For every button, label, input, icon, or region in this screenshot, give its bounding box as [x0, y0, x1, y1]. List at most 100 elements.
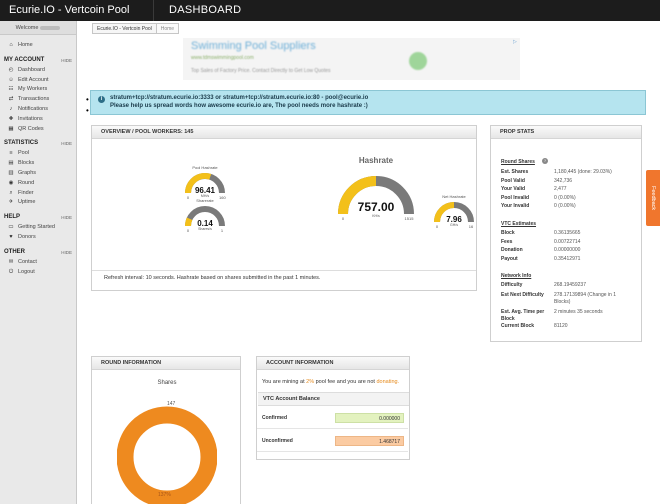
sidebar-item-blocks[interactable]: ▤ Blocks [0, 159, 76, 169]
donut-ring [117, 406, 217, 504]
top-bar: Ecurie.IO - Vertcoin Pool DASHBOARD [0, 0, 660, 21]
stat-label: Est. Avg. Time per Block [501, 309, 545, 322]
sidebar-item-label: Blocks [18, 160, 35, 167]
sidebar-item-donors[interactable]: ♥ Donors [0, 233, 76, 243]
sidebar-item-getting-started[interactable]: ▭ Getting Started [0, 223, 76, 233]
hide-toggle[interactable]: HIDE [61, 55, 72, 66]
welcome-bar: Welcome [0, 21, 76, 35]
sidebar-item-logout[interactable]: ⏻ Logout [0, 268, 76, 278]
unconfirmed-label: Unconfirmed [262, 438, 293, 444]
sidebar-item-label: Edit Account [18, 76, 49, 83]
stat-value: 0.35412971 [554, 255, 581, 262]
stat-label: Donation [501, 247, 523, 253]
breadcrumb-pool[interactable]: Ecurie.IO - Vertcoin Pool [92, 22, 157, 34]
sidebar-item-label: Graphs [18, 169, 37, 176]
sidebar-item-label: My Workers [18, 86, 48, 93]
info-circle-icon[interactable]: ? [542, 158, 548, 164]
gauge-value: 757.00 [357, 200, 395, 214]
mining-fee-text: You are mining at 2% pool fee and you ar… [262, 379, 400, 385]
hide-toggle[interactable]: HIDE [61, 138, 72, 149]
sidebar-item-label: Dashboard [18, 66, 45, 73]
info-icon: i [98, 96, 105, 103]
stat-label: Est. Shares [501, 169, 529, 175]
stat-value: 1,180,445 (done: 29.03%) [554, 169, 612, 175]
gauge-max: 1 [220, 228, 224, 233]
ad-url[interactable]: www.tdmswimmingpool.com [191, 55, 254, 61]
bullet-marks: • • [86, 95, 89, 115]
chart-title: Shares [157, 380, 177, 386]
sidebar-item-label: Round [18, 179, 35, 186]
sidebar-item-label: QR Codes [18, 125, 44, 132]
confirmed-label: Confirmed [262, 415, 287, 421]
donating-link[interactable]: donating. [376, 379, 399, 385]
stat-label: Pool Valid [501, 177, 525, 184]
sidebar-item-label: Pool [18, 150, 30, 157]
hide-toggle[interactable]: HIDE [61, 247, 72, 258]
sidebar-item-edit-account[interactable]: ☺ Edit Account [0, 76, 76, 86]
prop-stats-panel: PROP STATS Round Shares ? Est. Shares 1,1… [490, 125, 642, 342]
hide-toggle[interactable]: HIDE [61, 212, 72, 223]
feedback-tab[interactable]: Feedback [646, 170, 660, 226]
overview-panel: OVERVIEW / POOL WORKERS: 145 96.41 MH/s 0 1… [91, 125, 477, 291]
stat-value: 0 (0.00%) [554, 203, 576, 209]
sidebar-item-graphs[interactable]: ▥ Graphs [0, 169, 76, 179]
stat-label: Fees [501, 238, 513, 245]
ad-arrow-button[interactable] [409, 52, 427, 70]
sidebar-item-label: Transactions [18, 96, 50, 103]
round-icon: ◉ [8, 179, 14, 186]
gauge-max: 16 [468, 224, 474, 229]
stat-value: 278.17139894 (Change in 1 Blocks) [554, 292, 616, 305]
sidebar-item-uptime[interactable]: ✈ Uptime [0, 198, 76, 208]
graph-icon: ▥ [8, 169, 14, 176]
stat-value: 0.36135665 [554, 230, 581, 236]
sidebar-item-pool[interactable]: ≡ Pool [0, 149, 76, 159]
breadcrumb-home[interactable]: Home [156, 22, 180, 34]
ad-description: Top Sales of Factory Price. Contact Dire… [191, 68, 331, 74]
account-info-title: ACCOUNT INFORMATION [257, 357, 409, 370]
stat-value: 2 minutes 35 seconds [554, 309, 603, 315]
sidebar-section-statistics: STATISTICS HIDE [0, 138, 76, 149]
username-redacted [40, 25, 61, 30]
stat-value: 2,477 [554, 186, 567, 192]
sidebar-item-transactions[interactable]: ⇄ Transactions [0, 95, 76, 105]
ad-choices-icon[interactable]: ▷ [513, 39, 517, 45]
network-info-heading: Network Info [501, 273, 532, 279]
round-shares-heading: Round Shares [501, 159, 535, 165]
gauge-max: 1515 [404, 216, 414, 221]
ad-banner[interactable]: Swimming Pool Suppliers www.tdmswimmingp… [183, 38, 520, 80]
sidebar-item-my-workers[interactable]: ☷ My Workers [0, 85, 76, 95]
plus-icon: ✚ [8, 115, 14, 122]
sidebar-item-label: Invitations [18, 115, 43, 122]
gauge-unit: KH/s [372, 214, 380, 218]
overview-title: OVERVIEW / POOL WORKERS: 145 [92, 126, 476, 139]
uptime-icon: ✈ [8, 199, 14, 206]
welcome-text: Welcome [15, 25, 39, 31]
workers-icon: ☷ [8, 86, 14, 93]
vtc-estimates-heading: VTC Estimates [501, 221, 537, 227]
power-icon: ⏻ [8, 268, 14, 275]
home-icon: ⌂ [9, 42, 13, 48]
app-title[interactable]: Ecurie.IO - Vertcoin Pool [9, 3, 129, 17]
envelope-icon: ✉ [8, 258, 14, 265]
sidebar-item-contact[interactable]: ✉ Contact [0, 258, 76, 268]
sidebar-item-round[interactable]: ◉ Round [0, 179, 76, 189]
section-title: STATISTICS [4, 140, 39, 147]
section-title: MY ACCOUNT [4, 56, 45, 63]
sidebar-item-finder[interactable]: ⌕ Finder [0, 189, 76, 199]
prop-stats-title: PROP STATS [491, 126, 641, 139]
sidebar-item-home[interactable]: ⌂ Home [0, 41, 76, 51]
sidebar-item-notifications[interactable]: ♪ Notifications [0, 105, 76, 115]
gauge-icon: ◴ [8, 66, 14, 73]
stat-label: Payout [501, 255, 518, 262]
bell-icon: ♪ [9, 105, 13, 112]
round-info-panel: ROUND INFORMATION Shares 147 137% [91, 356, 241, 504]
balance-heading: VTC Account Balance [258, 392, 409, 406]
stat-label: Current Block [501, 323, 535, 329]
person-icon: ☺ [8, 76, 14, 83]
unconfirmed-row: Unconfirmed 1.468717 [257, 431, 408, 452]
sidebar-item-dashboard[interactable]: ◴ Dashboard [0, 66, 76, 76]
ad-title[interactable]: Swimming Pool Suppliers [191, 40, 316, 52]
sidebar-item-invitations[interactable]: ✚ Invitations [0, 115, 76, 125]
stat-value: 81120 [554, 323, 568, 329]
sidebar-item-qr-codes[interactable]: ▦ QR Codes [0, 125, 76, 135]
